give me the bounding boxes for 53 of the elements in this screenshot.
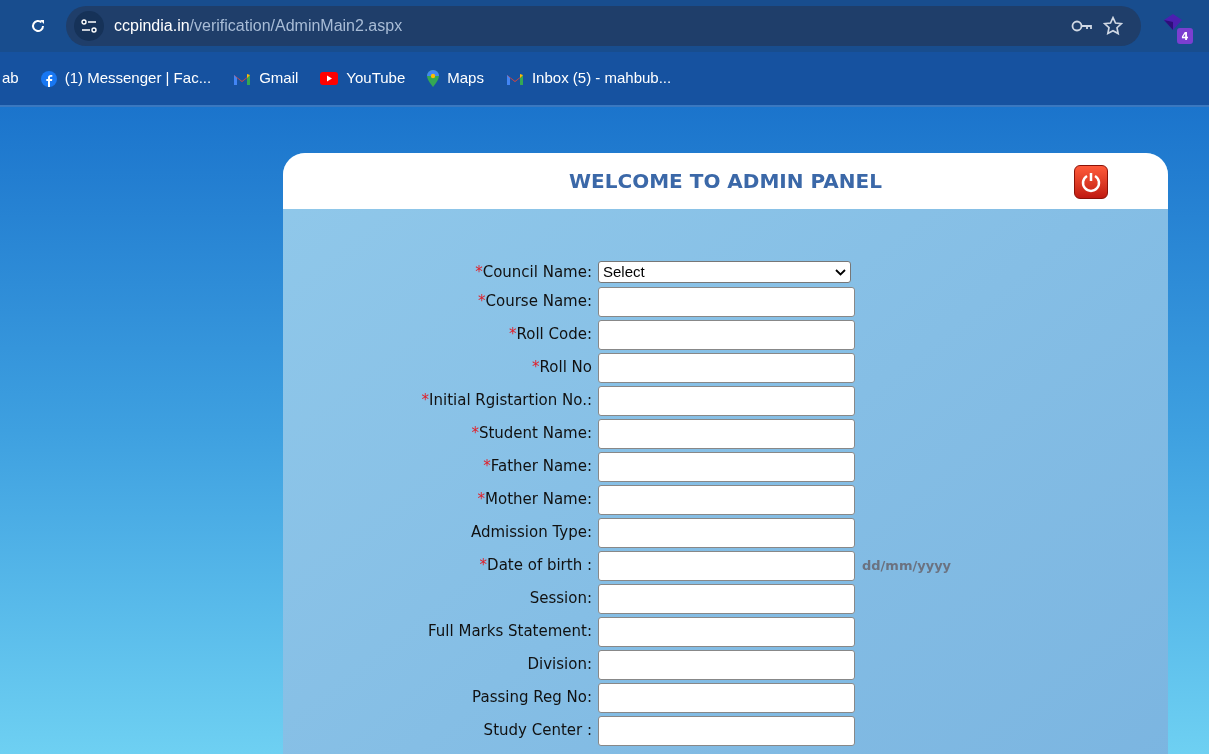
bookmark-link[interactable]: ab [2, 67, 19, 90]
input-field[interactable] [598, 352, 855, 383]
input-field[interactable] [598, 286, 855, 317]
star-icon[interactable] [1103, 16, 1123, 36]
field-label: Division: [526, 654, 593, 676]
input-field[interactable] [598, 319, 855, 350]
bookmark-link[interactable]: (1) Messenger | Fac... [40, 67, 212, 90]
input-field[interactable] [598, 385, 855, 416]
address-bar[interactable]: ccpindia.in/verification/AdminMain2.aspx [66, 6, 1141, 46]
field-label: *Mother Name: [476, 489, 593, 511]
bookmark-link[interactable]: Inbox (5) - mahbub... [505, 67, 672, 90]
reload-icon[interactable] [30, 18, 46, 34]
chevron-down-icon [835, 268, 846, 276]
field-label: *Roll Code: [508, 324, 593, 346]
mail-icon [505, 71, 524, 86]
key-icon[interactable] [1071, 20, 1093, 32]
map-pin-icon [427, 70, 440, 87]
field-label: Passing Reg No: [471, 687, 593, 709]
input-field[interactable] [598, 649, 855, 680]
field-label: Study Center : [482, 720, 593, 742]
mail-icon [233, 71, 252, 86]
field-label: *Roll No [531, 357, 593, 379]
input-field[interactable] [598, 517, 855, 548]
bookmark-link[interactable]: Maps [427, 67, 484, 90]
input-field[interactable] [598, 550, 855, 581]
field-label: Session: [528, 588, 593, 610]
url-text: ccpindia.in/verification/AdminMain2.aspx [114, 16, 404, 36]
input-field[interactable] [598, 451, 855, 482]
field-label: *Student Name: [470, 423, 593, 445]
field-label: Full Marks Statement: [427, 621, 593, 643]
panel-title: WELCOME TO ADMIN PANEL [569, 168, 882, 195]
input-field[interactable] [598, 682, 855, 713]
input-field[interactable] [598, 583, 855, 614]
field-label: Admission Type: [469, 522, 593, 544]
field-label: *Date of birth : [478, 555, 593, 577]
facebook-icon [40, 70, 57, 87]
field-label: *Father Name: [482, 456, 593, 478]
power-button[interactable] [1074, 165, 1108, 199]
select-field[interactable]: Select [598, 261, 851, 284]
input-field[interactable] [598, 715, 855, 746]
site-settings-icon[interactable] [74, 11, 104, 41]
field-label: *Course Name: [477, 291, 593, 313]
bookmark-link[interactable]: Gmail [233, 67, 299, 90]
bookmark-link[interactable]: YouTube [320, 67, 406, 90]
input-field[interactable] [598, 616, 855, 647]
field-label: *Council Name: [474, 262, 593, 283]
field-label: *Initial Rgistartion No.: [420, 390, 593, 412]
input-field[interactable] [598, 418, 855, 449]
input-field[interactable] [598, 484, 855, 515]
video-play-icon [320, 72, 339, 85]
power-icon [1080, 171, 1102, 193]
format-hint: dd/mm/yyyy [862, 556, 952, 575]
count-badge: 4 [1177, 28, 1193, 44]
